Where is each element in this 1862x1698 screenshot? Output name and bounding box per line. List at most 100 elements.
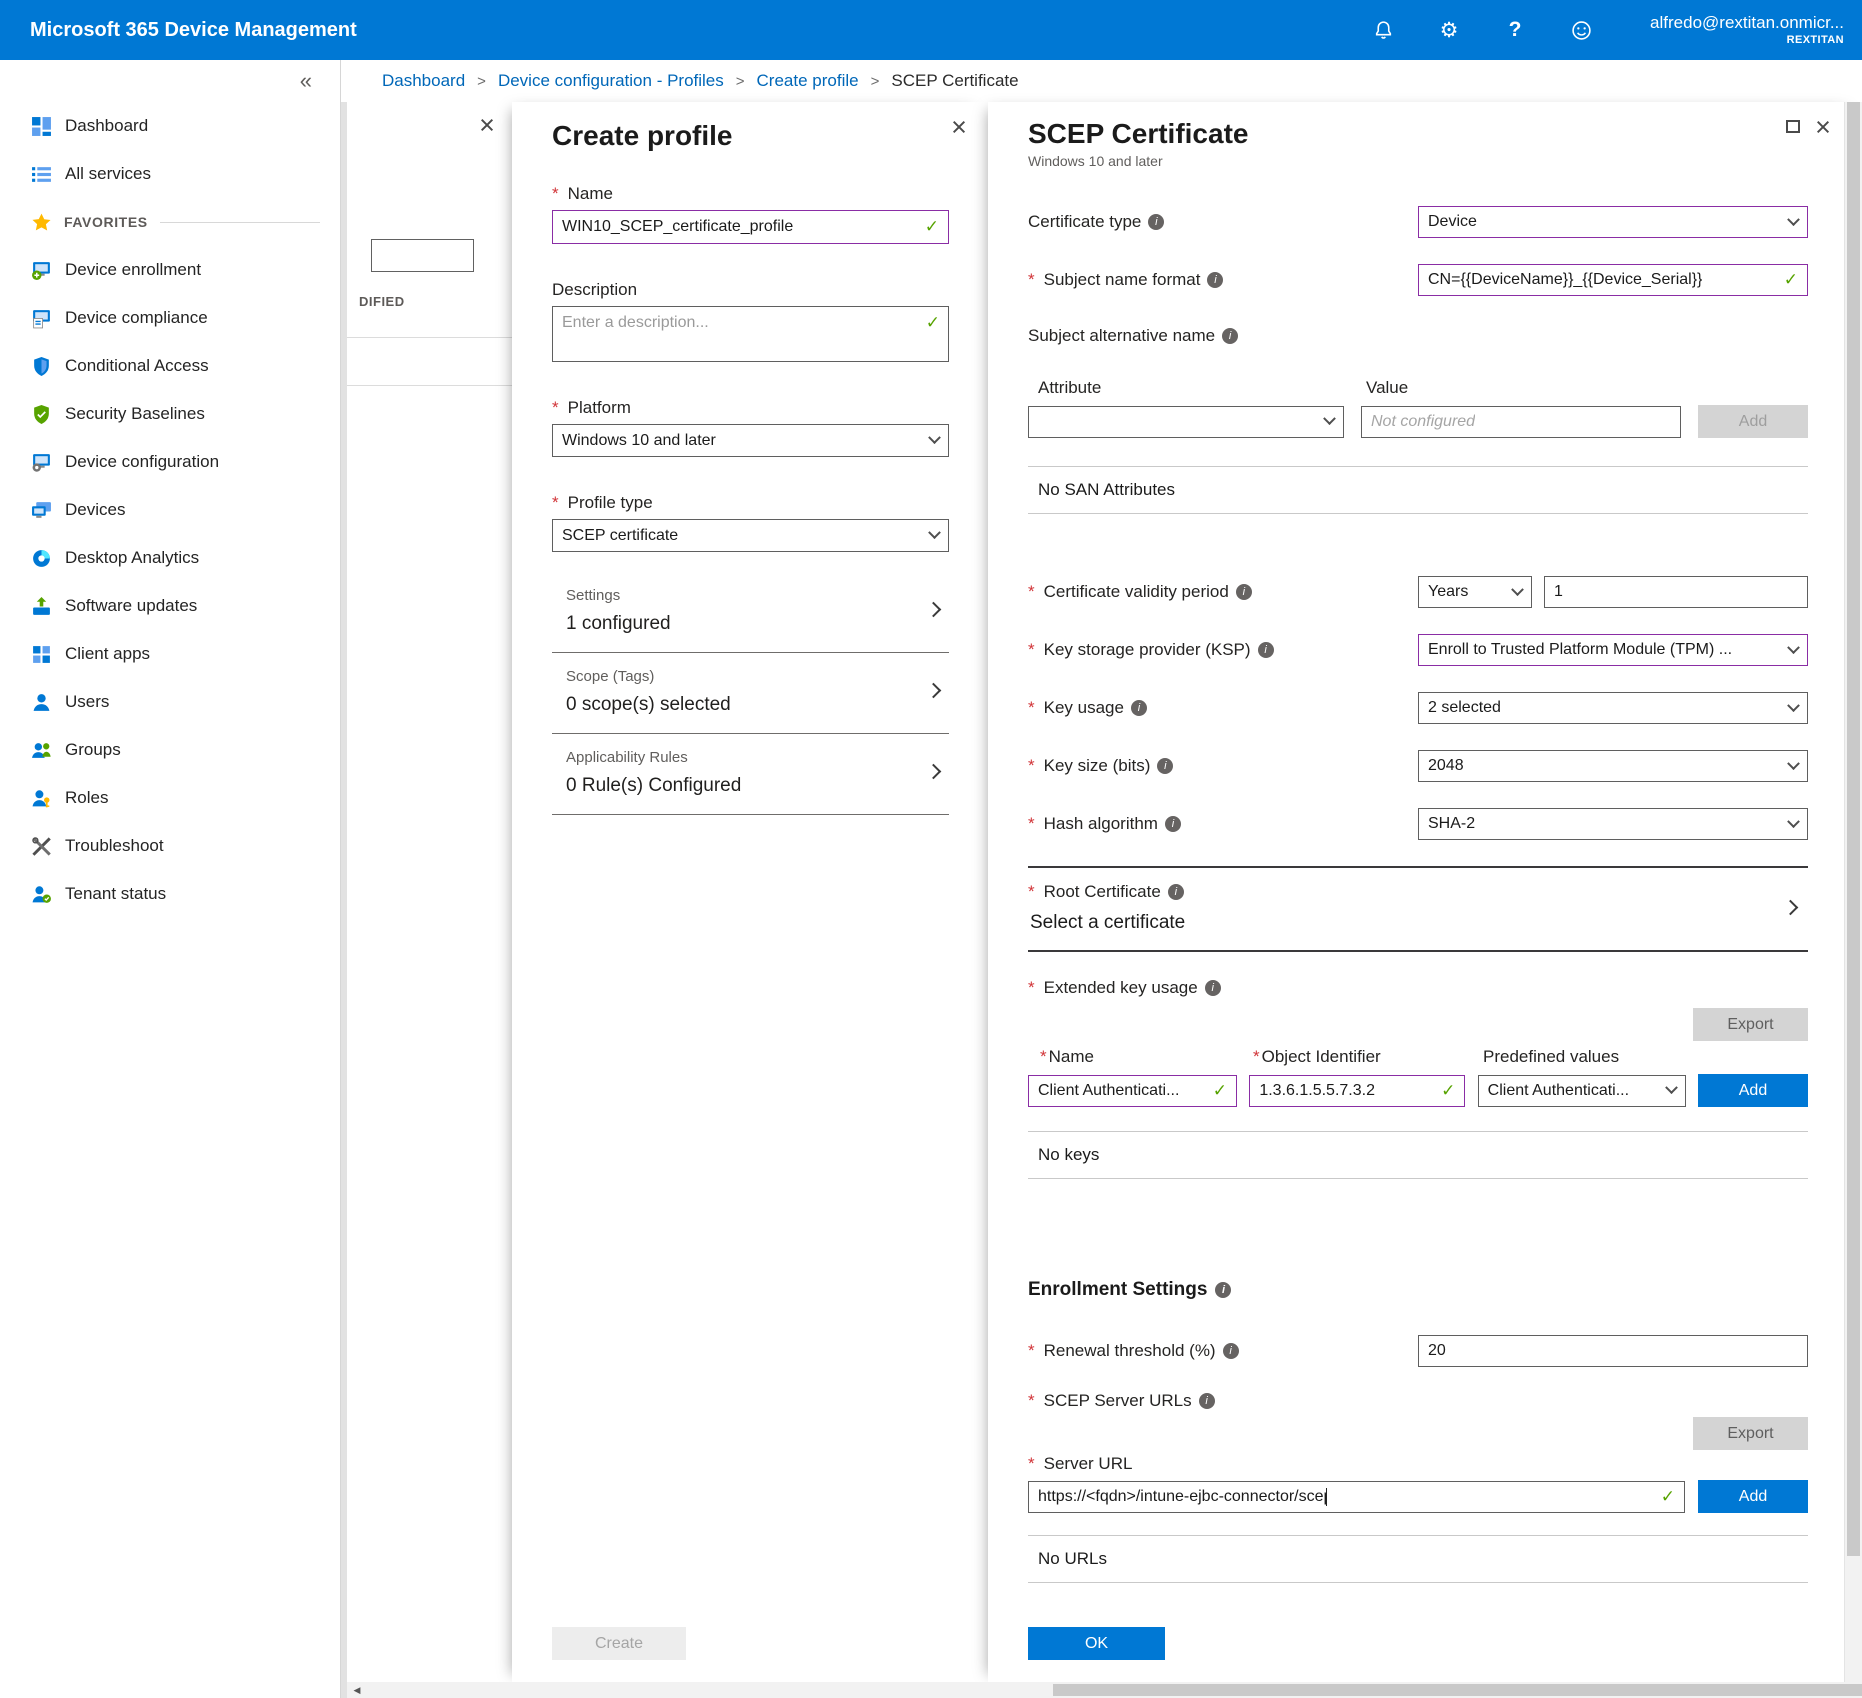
info-icon[interactable] [1205,980,1221,996]
info-icon[interactable] [1215,1282,1231,1298]
validity-label: Certificate validity period [1028,582,1252,602]
roles-icon [30,787,52,809]
horizontal-scrollbar-thumb[interactable] [1053,1684,1862,1696]
search-input[interactable] [371,239,474,272]
sidebar-item-client-apps[interactable]: Client apps [0,630,340,678]
server-url-input[interactable]: https://<fqdn>/intune-ejbc-connector/sce… [1028,1481,1685,1513]
eku-add-button[interactable]: Add [1698,1074,1808,1107]
sidebar-item-device-compliance[interactable]: Device compliance [0,294,340,342]
collapse-sidebar-button[interactable] [300,70,312,92]
help-icon[interactable]: ? [1502,17,1528,43]
user-account[interactable]: alfredo@rextitan.onmicr... REXTITAN [1650,13,1844,47]
info-icon[interactable] [1131,700,1147,716]
description-label: Description [552,280,949,300]
chevron-down-icon [1787,815,1800,828]
platform-label: Platform [552,398,949,418]
name-label: Name [552,184,949,204]
ok-button[interactable]: OK [1028,1627,1165,1660]
url-add-button[interactable]: Add [1698,1480,1808,1513]
divider [347,337,512,338]
blade-workspace: DIFIED Create profile Name WIN10_SCEP_ce… [341,102,1862,1698]
vertical-scrollbar[interactable] [1844,102,1862,1682]
scroll-left-arrow-icon[interactable] [347,1682,367,1698]
san-label: Subject alternative name [1028,326,1808,346]
hash-algorithm-select[interactable]: SHA-2 [1418,808,1808,840]
description-input[interactable]: Enter a description... [552,306,949,362]
validity-value-input[interactable]: 1 [1544,576,1808,608]
certificate-type-select[interactable]: Device [1418,206,1808,238]
sidebar-item-tenant-status[interactable]: Tenant status [0,870,340,918]
validity-field: Certificate validity period Years 1 [1028,576,1808,608]
san-value-input: Not configured [1361,406,1681,438]
text-caret [1326,1488,1327,1506]
breadcrumb-dashboard[interactable]: Dashboard [382,71,465,91]
close-icon[interactable] [476,114,498,136]
device-configuration-icon [30,451,52,473]
renewal-threshold-field: Renewal threshold (%) 20 [1028,1335,1808,1367]
eku-empty-text: No keys [1028,1132,1808,1178]
tenant-name: REXTITAN [1650,33,1844,47]
breadcrumb-create-profile[interactable]: Create profile [757,71,859,91]
key-size-field: Key size (bits) 2048 [1028,750,1808,782]
validity-unit-select[interactable]: Years [1418,576,1532,608]
sidebar-item-devices[interactable]: Devices [0,486,340,534]
sidebar-item-desktop-analytics[interactable]: Desktop Analytics [0,534,340,582]
breadcrumb-device-configuration-profiles[interactable]: Device configuration - Profiles [498,71,724,91]
settings-row[interactable]: Settings 1 configured [552,572,949,653]
eku-predefined-select[interactable]: Client Authenticati... [1478,1075,1686,1107]
key-size-select[interactable]: 2048 [1418,750,1808,782]
sidebar-item-all-services[interactable]: All services [0,150,340,198]
favorites-star-icon [30,211,52,233]
info-icon[interactable] [1157,758,1173,774]
sidebar-item-conditional-access[interactable]: Conditional Access [0,342,340,390]
valid-check-icon [925,217,939,237]
sidebar-item-security-baselines[interactable]: Security Baselines [0,390,340,438]
eku-export-button[interactable]: Export [1693,1008,1808,1041]
subject-name-format-input[interactable]: CN={{DeviceName}}_{{Device_Serial}} [1418,264,1808,296]
sidebar-item-dashboard[interactable]: Dashboard [0,102,340,150]
info-icon[interactable] [1236,584,1252,600]
eku-label: Extended key usage [1028,978,1808,998]
profile-name-input[interactable]: WIN10_SCEP_certificate_profile [552,210,949,244]
hash-algorithm-field: Hash algorithm SHA-2 [1028,808,1808,840]
enrollment-settings-heading: Enrollment Settings [1028,1279,1808,1301]
sidebar-item-software-updates[interactable]: Software updates [0,582,340,630]
gear-icon[interactable]: ⚙ [1436,17,1462,43]
san-attribute-select[interactable] [1028,406,1344,438]
info-icon[interactable] [1222,328,1238,344]
scope-tags-row[interactable]: Scope (Tags) 0 scope(s) selected [552,653,949,734]
info-icon[interactable] [1223,1343,1239,1359]
vertical-scrollbar-thumb[interactable] [1847,102,1860,1556]
sidebar-item-device-enrollment[interactable]: Device enrollment [0,246,340,294]
sidebar-item-roles[interactable]: Roles [0,774,340,822]
urls-export-button[interactable]: Export [1693,1417,1808,1450]
sidebar-item-users[interactable]: Users [0,678,340,726]
info-icon[interactable] [1165,816,1181,832]
hash-algorithm-label: Hash algorithm [1028,814,1181,834]
info-icon[interactable] [1148,214,1164,230]
sidebar-item-groups[interactable]: Groups [0,726,340,774]
horizontal-scrollbar[interactable] [347,1682,1862,1698]
device-compliance-icon [30,307,52,329]
renewal-threshold-input[interactable]: 20 [1418,1335,1808,1367]
smiley-icon[interactable] [1568,17,1594,43]
valid-check-icon [926,313,940,333]
info-icon[interactable] [1207,272,1223,288]
create-profile-blade: Create profile Name WIN10_SCEP_certifica… [512,102,988,1682]
info-icon[interactable] [1258,642,1274,658]
root-certificate-picker[interactable]: Root Certificate Select a certificate [1028,868,1808,950]
profiles-list-blade: DIFIED [347,102,512,1682]
ksp-select[interactable]: Enroll to Trusted Platform Module (TPM) … [1418,634,1808,666]
eku-oid-input[interactable]: 1.3.6.1.5.5.7.3.2 [1249,1075,1465,1107]
applicability-rules-row[interactable]: Applicability Rules 0 Rule(s) Configured [552,734,949,815]
bell-icon[interactable] [1370,17,1396,43]
info-icon[interactable] [1199,1393,1215,1409]
info-icon[interactable] [1168,884,1184,900]
key-usage-label: Key usage [1028,698,1147,718]
platform-select[interactable]: Windows 10 and later [552,424,949,457]
profile-type-select[interactable]: SCEP certificate [552,519,949,552]
key-usage-select[interactable]: 2 selected [1418,692,1808,724]
sidebar-item-device-configuration[interactable]: Device configuration [0,438,340,486]
eku-name-input[interactable]: Client Authenticati... [1028,1075,1237,1107]
sidebar-item-troubleshoot[interactable]: Troubleshoot [0,822,340,870]
